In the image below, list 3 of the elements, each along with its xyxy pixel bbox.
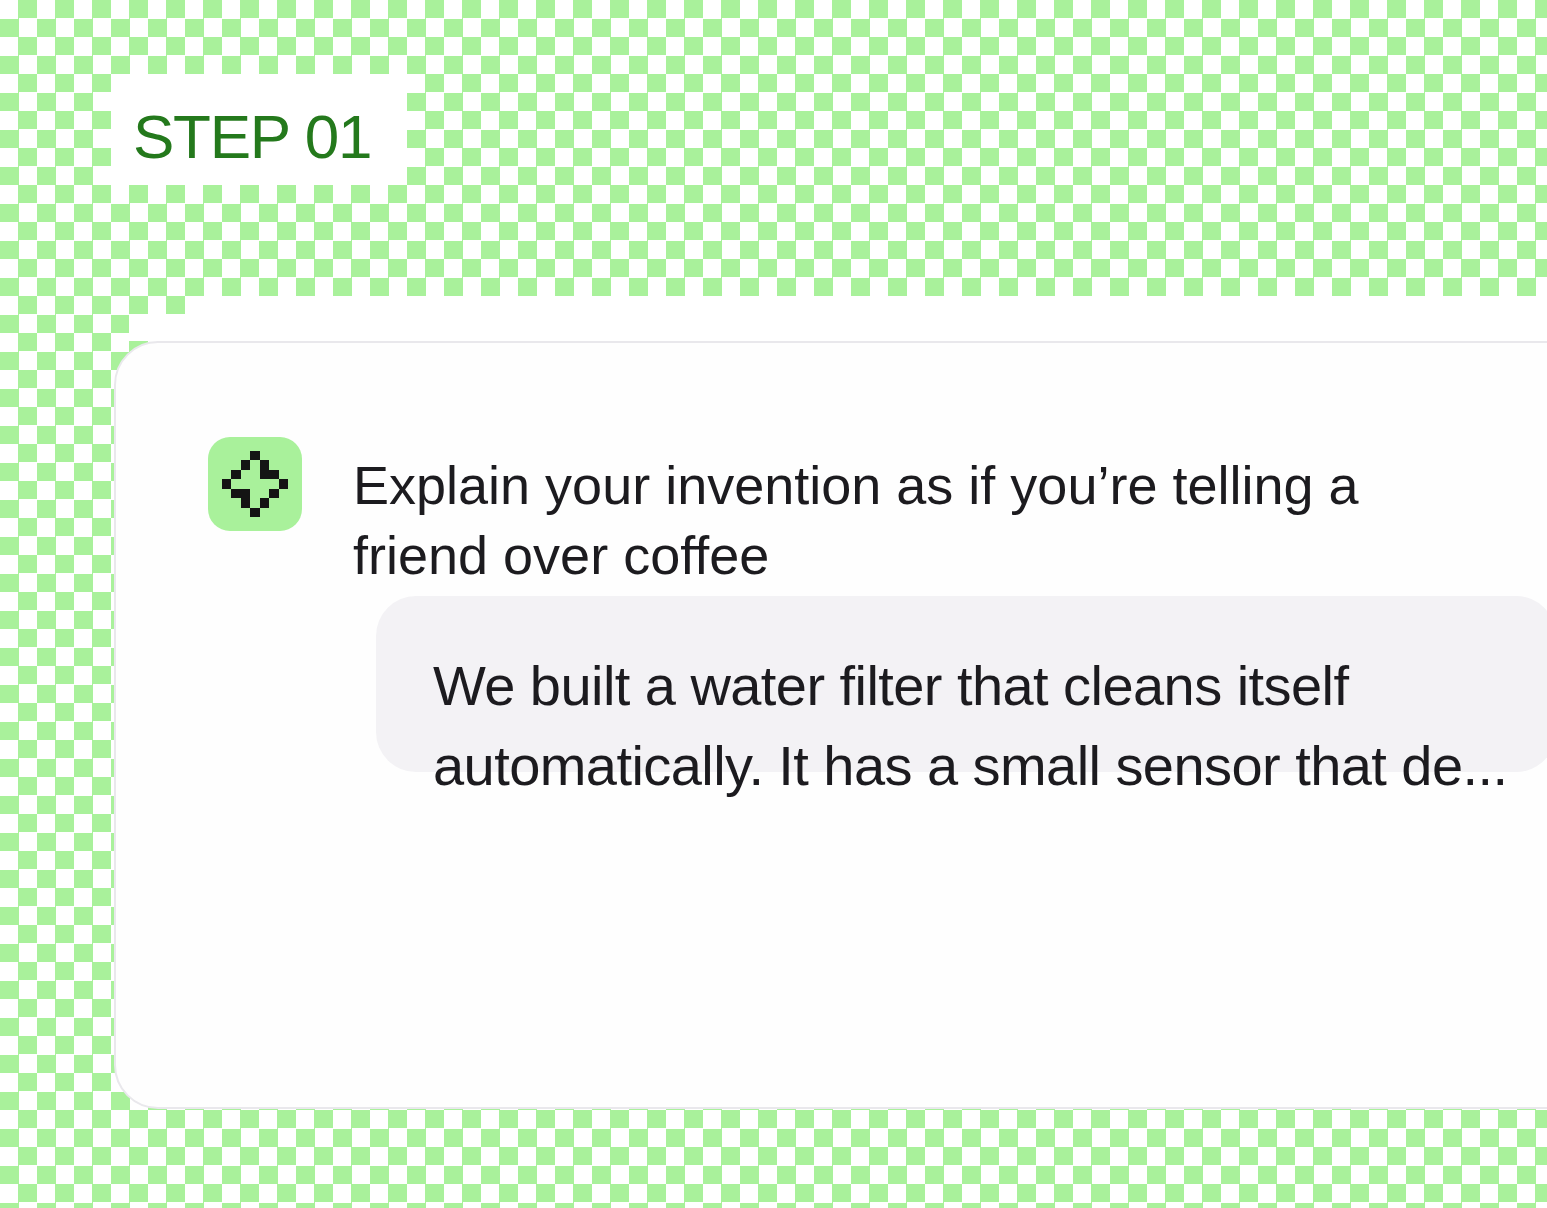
prompt-text: Explain your invention as if you’re telling a friend over coffee [353, 454, 1360, 587]
answer-text: We built a water filter that cleans itself automatically. It has a small sensor that de... [433, 653, 1509, 799]
step-label: STEP 01 [111, 74, 407, 185]
